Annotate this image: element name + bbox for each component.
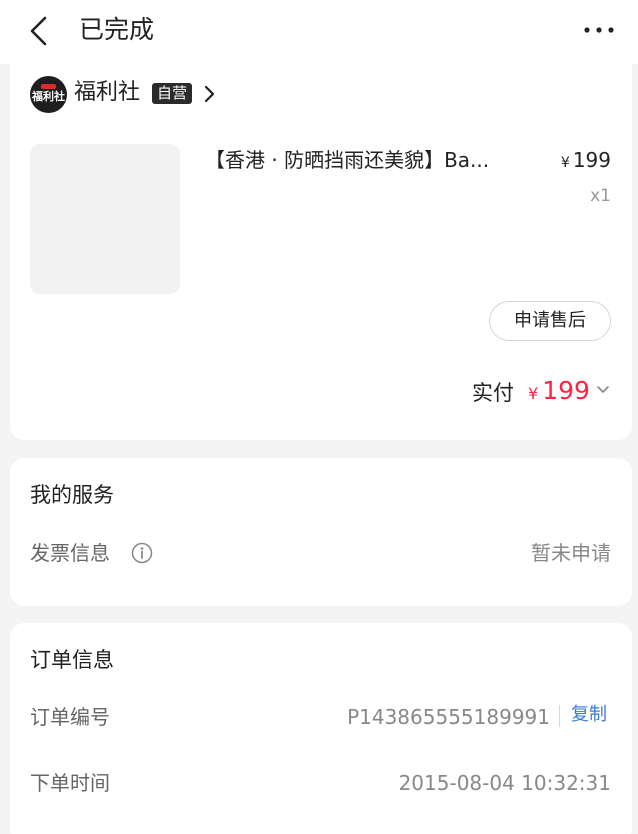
chevron-left-icon[interactable]	[26, 14, 54, 48]
shop-logo-text: 福利社	[32, 90, 65, 103]
product-price: ¥199	[561, 146, 611, 177]
after-sale-button[interactable]: 申请售后	[489, 301, 611, 341]
services-title: 我的服务	[30, 483, 114, 507]
header-bar: 已完成	[0, 0, 638, 64]
copy-button[interactable]: 复制	[571, 702, 607, 728]
order-card: 福利社 福利社 自营 【香港 · 防晒挡雨还美貌】Ba... ¥199 x1 申…	[10, 56, 632, 440]
product-title[interactable]: 【香港 · 防晒挡雨还美貌】Ba...	[205, 146, 535, 174]
order-number-label: 订单编号	[30, 705, 110, 729]
paid-label: 实付	[472, 381, 514, 405]
product-quantity: x1	[590, 186, 611, 206]
paid-amount-value: 199	[542, 376, 590, 405]
order-info-card: 订单信息 订单编号 P143865555189991 复制 下单时间 2015-…	[10, 623, 632, 834]
logo-accent	[41, 84, 56, 89]
order-time-label: 下单时间	[30, 771, 110, 795]
chevron-down-icon[interactable]	[596, 385, 610, 395]
product-price-value: 199	[572, 148, 611, 172]
page-title: 已完成	[79, 15, 155, 44]
self-operated-badge: 自营	[152, 83, 193, 104]
currency-symbol: ¥	[560, 155, 570, 171]
copy-divider	[559, 705, 560, 727]
shop-name[interactable]: 福利社	[74, 78, 140, 108]
shop-logo[interactable]: 福利社	[30, 76, 67, 113]
paid-amount[interactable]: ¥199	[528, 374, 590, 411]
order-info-title: 订单信息	[30, 648, 114, 672]
invoice-status[interactable]: 暂未申请	[531, 539, 611, 567]
info-icon[interactable]	[131, 542, 153, 564]
chevron-right-icon[interactable]	[203, 84, 215, 104]
order-time-value: 2015-08-04 10:32:31	[398, 771, 611, 795]
product-image[interactable]	[30, 144, 180, 294]
invoice-label: 发票信息	[30, 541, 110, 565]
order-number-value: P143865555189991	[347, 705, 550, 729]
more-icon[interactable]	[582, 23, 616, 37]
services-card: 我的服务 发票信息 暂未申请	[10, 458, 632, 606]
currency-symbol: ¥	[528, 384, 539, 403]
